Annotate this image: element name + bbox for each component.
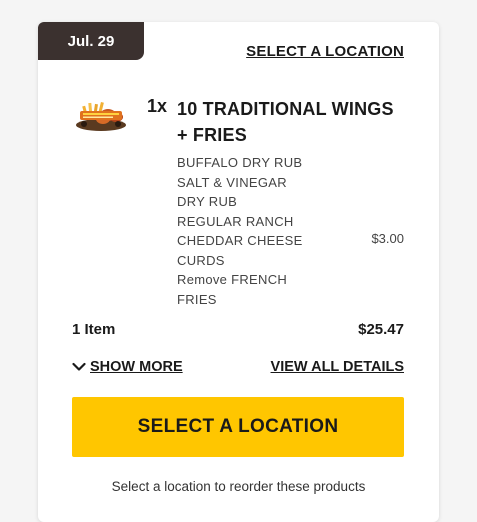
select-location-link[interactable]: SELECT A LOCATION	[246, 43, 404, 60]
item-quantity: 1x	[147, 96, 168, 116]
show-more-toggle[interactable]: SHOW MORE	[72, 359, 183, 375]
order-total: $25.47	[358, 321, 404, 338]
select-location-button[interactable]: SELECT A LOCATION	[72, 397, 404, 457]
modifier-item: REGULAR RANCH	[177, 213, 294, 229]
modifier-item: SALT & VINEGAR DRY RUB	[177, 174, 287, 210]
reorder-hint: Select a location to reorder these produ…	[111, 479, 366, 494]
chevron-down-icon	[72, 362, 86, 371]
order-card: Jul. 29 SELECT A LOCATION 1x 10 TRADITIO…	[38, 22, 439, 522]
item-modifiers: BUFFALO DRY RUB SALT & VINEGAR DRY RUB R…	[177, 153, 317, 309]
modifier-item: BUFFALO DRY RUB	[177, 155, 303, 170]
wings-and-fries-image	[76, 101, 126, 131]
item-name: 10 TRADITIONAL WINGS + FRIES	[177, 99, 394, 145]
show-more-label: SHOW MORE	[90, 359, 183, 375]
modifier-price: $3.00	[371, 231, 404, 246]
order-date-tab: Jul. 29	[38, 22, 144, 60]
item-count: 1 Item	[72, 321, 116, 338]
modifier-item: CHEDDAR CHEESE CURDS	[177, 233, 303, 268]
modifier-item: Remove FRENCH FRIES	[177, 272, 288, 307]
view-all-details-link[interactable]: VIEW ALL DETAILS	[271, 359, 404, 375]
